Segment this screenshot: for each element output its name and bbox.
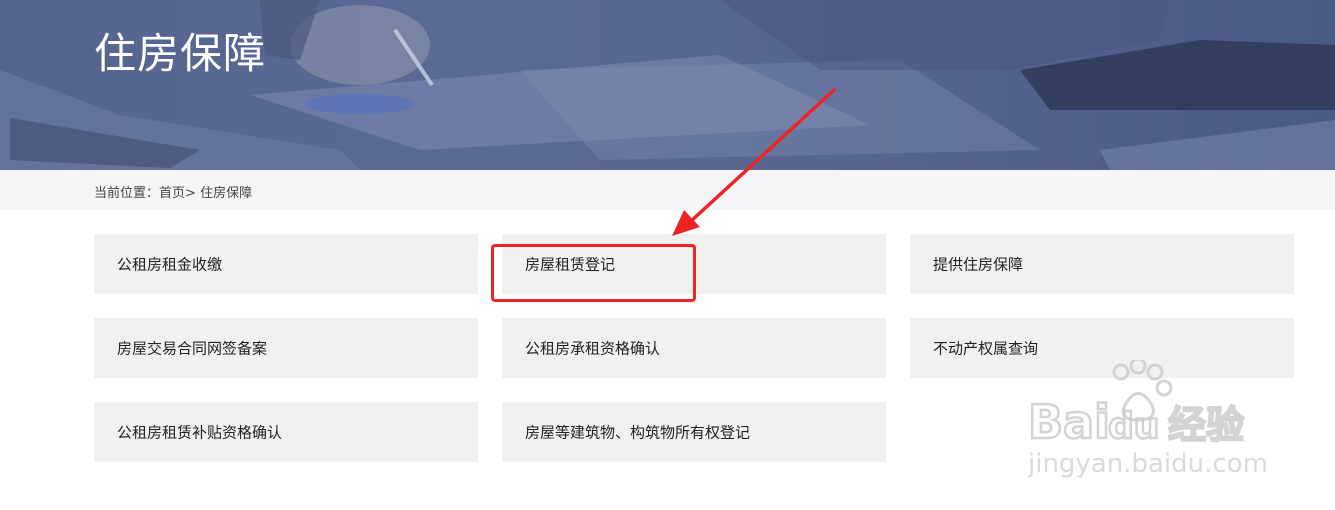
service-tile-subsidy-eligibility[interactable]: 公租房租赁补贴资格确认 [94,402,478,462]
page: 住房保障 当前位置：首页> 住房保障 公租房租金收缴 房屋租赁登记 提供住房保障… [0,0,1335,510]
page-banner: 住房保障 [0,0,1335,170]
breadcrumb-prefix: 当前位置： [94,186,160,201]
service-tile-label: 房屋交易合同网签备案 [117,339,268,358]
svg-text:jingyan.baidu.com: jingyan.baidu.com [1027,449,1268,479]
service-tile-label: 公租房租金收缴 [117,255,223,274]
service-tile-contract-filing[interactable]: 房屋交易合同网签备案 [94,318,478,378]
service-tile-label: 公租房承租资格确认 [525,339,661,358]
service-tile-label: 提供住房保障 [933,255,1024,274]
service-tile-tenant-eligibility[interactable]: 公租房承租资格确认 [502,318,886,378]
svg-text:du: du [1108,406,1159,447]
breadcrumb-separator: > [185,186,196,201]
service-tile-label: 公租房租赁补贴资格确认 [117,423,283,442]
page-title: 住房保障 [94,29,267,78]
svg-text:经验: 经验 [1168,403,1244,447]
breadcrumb-home-link[interactable]: 首页 [159,186,185,201]
service-tile-provide-housing[interactable]: 提供住房保障 [910,234,1294,294]
breadcrumb-current: 住房保障 [200,186,253,201]
baidu-watermark-logo: Bai du 经验 jingyan.baidu.com [1027,360,1268,479]
breadcrumb: 当前位置：首页> 住房保障 [94,182,252,201]
service-tile-label: 不动产权属查询 [933,339,1039,358]
breadcrumb-bar: 当前位置：首页> 住房保障 [0,170,1335,210]
svg-text:Bai: Bai [1028,395,1110,449]
service-tile-rent-payment[interactable]: 公租房租金收缴 [94,234,478,294]
annotation-highlight-box [491,244,696,302]
service-tile-label: 房屋等建筑物、构筑物所有权登记 [525,423,751,442]
service-tile-ownership-registration[interactable]: 房屋等建筑物、构筑物所有权登记 [502,402,886,462]
